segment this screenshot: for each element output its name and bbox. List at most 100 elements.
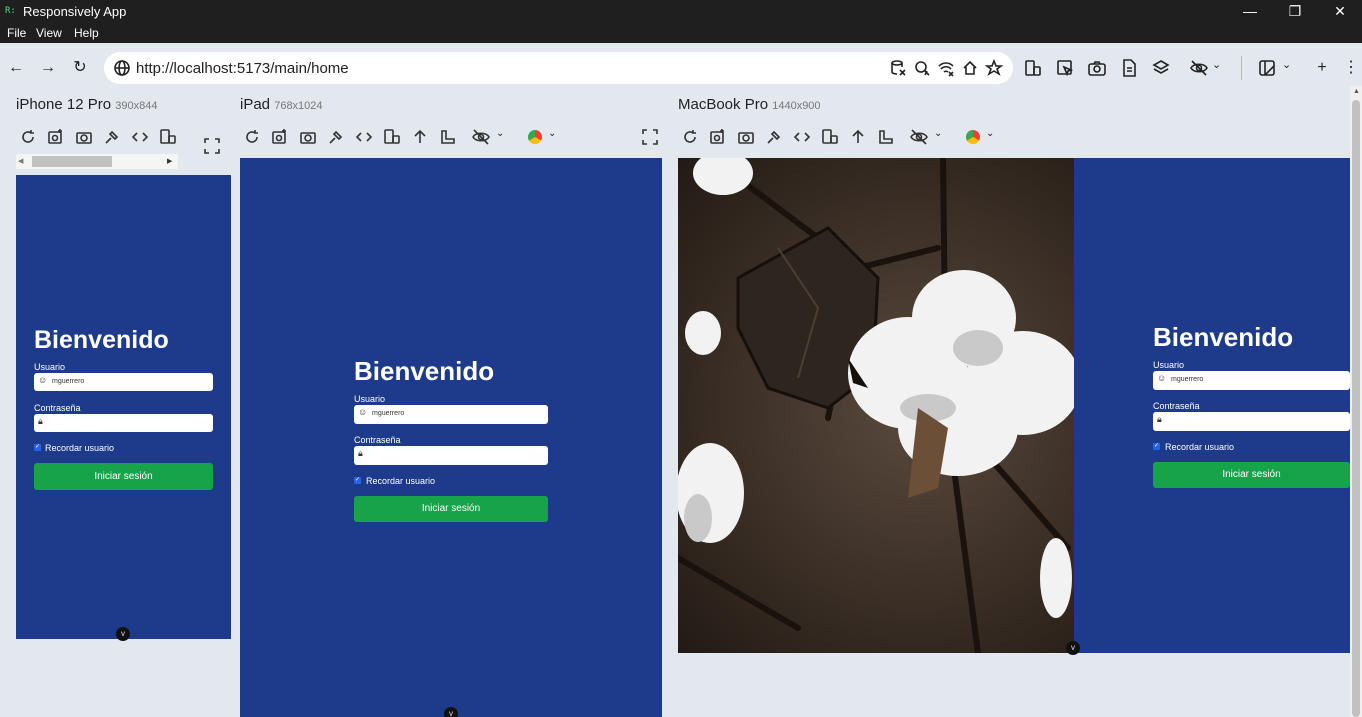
reload-button[interactable]: ↻: [69, 57, 91, 79]
arrow-up-icon[interactable]: [411, 128, 429, 146]
chevron-down-icon[interactable]: ⌄: [548, 128, 556, 139]
username-label: Usuario: [1153, 360, 1185, 370]
layers-icon[interactable]: [1151, 58, 1171, 78]
arrow-up-icon[interactable]: [849, 128, 867, 146]
inspect-element-icon[interactable]: [1055, 58, 1075, 78]
url-input[interactable]: http://localhost:5173/main/home: [136, 60, 349, 77]
password-field[interactable]: 🔒︎: [354, 446, 548, 465]
menu-view[interactable]: View: [36, 26, 62, 40]
forward-button[interactable]: →: [37, 57, 59, 79]
scroll-right-icon[interactable]: ▶: [167, 157, 172, 165]
network-icon[interactable]: [936, 58, 956, 78]
device-size: 1440x900: [772, 100, 821, 112]
username-field[interactable]: ☺ mguerrero: [354, 405, 548, 424]
chevron-down-icon[interactable]: ⌄: [986, 128, 994, 139]
username-value: mguerrero: [372, 410, 405, 417]
code-icon[interactable]: [355, 128, 373, 146]
device-name: iPad: [240, 96, 271, 113]
camera-icon[interactable]: [737, 128, 755, 146]
minimize-button[interactable]: —: [1227, 0, 1273, 23]
code-icon[interactable]: [131, 128, 149, 146]
password-field[interactable]: 🔒︎: [1153, 412, 1350, 431]
remember-checkbox[interactable]: ✓: [34, 444, 41, 451]
rotate-device-icon[interactable]: [159, 128, 177, 146]
scroll-up-icon[interactable]: ▲: [1353, 88, 1360, 95]
user-icon: ☺: [1157, 373, 1167, 383]
username-field[interactable]: ☺ mguerrero: [34, 373, 213, 391]
lock-icon: 🔒︎: [38, 416, 43, 426]
eye-off-icon[interactable]: [1189, 58, 1209, 78]
scroll-down-icon[interactable]: v: [116, 627, 130, 641]
clear-cache-icon[interactable]: [912, 58, 932, 78]
refresh-icon[interactable]: [681, 128, 699, 146]
code-icon[interactable]: [793, 128, 811, 146]
login-button[interactable]: Iniciar sesión: [354, 496, 548, 522]
login-title: Bienvenido: [1153, 322, 1294, 352]
menu-help[interactable]: Help: [74, 26, 99, 40]
screenshot-full-icon[interactable]: [47, 128, 65, 146]
more-menu-button[interactable]: ⋮: [1343, 57, 1359, 79]
ruler-icon[interactable]: [439, 128, 457, 146]
username-label: Usuario: [354, 394, 386, 404]
device-name: MacBook Pro: [678, 96, 769, 113]
add-tab-button[interactable]: +: [1311, 57, 1333, 79]
home-icon[interactable]: [960, 58, 980, 78]
scroll-thumb[interactable]: [32, 156, 112, 167]
camera-icon[interactable]: [1087, 58, 1107, 78]
fullscreen-icon[interactable]: [203, 137, 221, 155]
chevron-down-icon[interactable]: ⌄: [1282, 58, 1291, 71]
macbook-viewport[interactable]: Bienvenido Usuario ☺ mguerrero Contraseñ…: [678, 158, 1350, 653]
menu-file[interactable]: File: [7, 26, 26, 40]
fullscreen-icon[interactable]: [641, 128, 659, 146]
password-field[interactable]: 🔒︎: [34, 414, 213, 432]
refresh-icon[interactable]: [19, 128, 37, 146]
color-vision-icon[interactable]: [966, 130, 980, 144]
camera-icon[interactable]: [299, 128, 317, 146]
preview-layout-icon[interactable]: [1119, 58, 1139, 78]
layout-icon[interactable]: [1257, 58, 1277, 78]
lock-icon: 🔒︎: [358, 448, 363, 458]
star-icon[interactable]: [984, 58, 1004, 78]
camera-icon[interactable]: [75, 128, 93, 146]
remember-checkbox[interactable]: ✓: [354, 477, 361, 484]
main-scrollbar[interactable]: ▲: [1350, 86, 1362, 717]
screenshot-full-icon[interactable]: [271, 128, 289, 146]
device-label-macbook: MacBook Pro 1440x900: [678, 96, 821, 115]
pin-icon[interactable]: [103, 128, 121, 146]
user-icon: ☺: [38, 375, 48, 385]
eye-off-icon[interactable]: [910, 128, 928, 146]
pin-icon[interactable]: [765, 128, 783, 146]
rotate-device-icon[interactable]: [821, 128, 839, 146]
device-rotate-icon[interactable]: [1023, 58, 1043, 78]
pin-icon[interactable]: [327, 128, 345, 146]
username-field[interactable]: ☺ mguerrero: [1153, 371, 1350, 390]
scroll-down-icon[interactable]: v: [1066, 641, 1080, 655]
remember-label: Recordar usuario: [366, 476, 436, 486]
login-button[interactable]: Iniciar sesión: [34, 463, 213, 490]
scroll-thumb[interactable]: [1352, 100, 1360, 717]
password-label: Contraseña: [34, 403, 81, 413]
close-button[interactable]: ✕: [1317, 0, 1362, 23]
color-vision-icon[interactable]: [528, 130, 542, 144]
horizontal-scrollbar[interactable]: ◀ ▶: [16, 154, 178, 169]
scroll-left-icon[interactable]: ◀: [18, 157, 23, 165]
login-button[interactable]: Iniciar sesión: [1153, 462, 1350, 488]
device-label-ipad: iPad 768x1024: [240, 96, 323, 115]
eye-off-icon[interactable]: [472, 128, 490, 146]
refresh-icon[interactable]: [243, 128, 261, 146]
chevron-down-icon[interactable]: ⌄: [934, 128, 942, 139]
clear-storage-icon[interactable]: [888, 58, 908, 78]
chevron-down-icon[interactable]: ⌄: [1212, 58, 1221, 71]
ruler-icon[interactable]: [877, 128, 895, 146]
maximize-button[interactable]: ❐: [1272, 0, 1318, 23]
screenshot-full-icon[interactable]: [709, 128, 727, 146]
iphone-viewport[interactable]: Bienvenido Usuario ☺ mguerrero Contraseñ…: [16, 175, 231, 639]
rotate-device-icon[interactable]: [383, 128, 401, 146]
ipad-viewport[interactable]: Bienvenido Usuario ☺ mguerrero Contraseñ…: [240, 158, 662, 717]
address-bar[interactable]: http://localhost:5173/main/home: [104, 52, 1013, 84]
remember-checkbox[interactable]: ✓: [1153, 443, 1160, 450]
login-title: Bienvenido: [34, 326, 169, 354]
back-button[interactable]: ←: [5, 57, 27, 79]
chevron-down-icon[interactable]: ⌄: [496, 128, 504, 139]
scroll-down-icon[interactable]: v: [444, 707, 458, 717]
